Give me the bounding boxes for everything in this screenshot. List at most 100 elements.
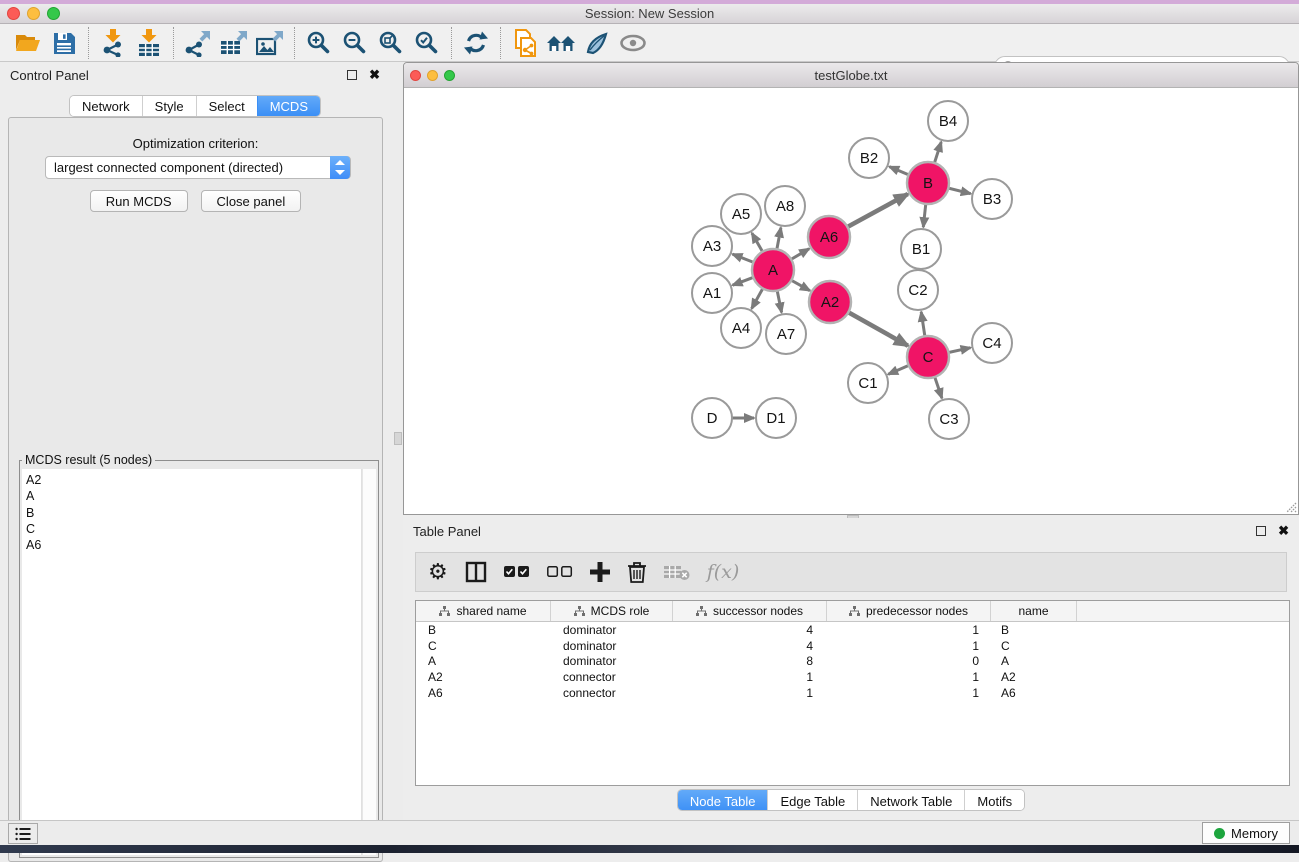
column-header-shared-name[interactable]: shared name xyxy=(416,601,551,621)
tab-node-table[interactable]: Node Table xyxy=(678,790,768,811)
first-neighbors-icon[interactable] xyxy=(543,27,579,59)
criterion-dropdown[interactable]: largest connected component (directed) xyxy=(45,156,351,179)
table-row[interactable]: Adominator80A xyxy=(416,653,1289,669)
close-table-panel-icon[interactable]: ✖ xyxy=(1278,526,1289,536)
graph-node-C4[interactable]: C4 xyxy=(972,323,1012,363)
column-header-mcds-role[interactable]: MCDS role xyxy=(551,601,673,621)
export-image-icon[interactable] xyxy=(252,27,288,59)
memory-button[interactable]: Memory xyxy=(1202,822,1290,844)
task-history-button[interactable] xyxy=(8,823,38,844)
graph-node-A1[interactable]: A1 xyxy=(692,273,732,313)
table-cell[interactable]: 1 xyxy=(827,670,991,684)
graph-node-C2[interactable]: C2 xyxy=(898,270,938,310)
table-cell[interactable]: 8 xyxy=(673,654,827,668)
open-session-icon[interactable] xyxy=(10,27,46,59)
tab-motifs[interactable]: Motifs xyxy=(964,790,1024,811)
zoom-fit-content-icon[interactable] xyxy=(373,27,409,59)
graph-node-A2[interactable]: A2 xyxy=(809,281,851,323)
graph-node-D1[interactable]: D1 xyxy=(756,398,796,438)
mcds-result-item[interactable]: A6 xyxy=(26,537,361,553)
export-table-icon[interactable] xyxy=(216,27,252,59)
table-cell[interactable]: connector xyxy=(551,670,673,684)
tab-edge-table[interactable]: Edge Table xyxy=(767,790,857,811)
column-header-predecessor-nodes[interactable]: predecessor nodes xyxy=(827,601,991,621)
graph-node-C3[interactable]: C3 xyxy=(929,399,969,439)
table-row[interactable]: A6connector11A6 xyxy=(416,685,1289,701)
table-cell[interactable]: C xyxy=(991,639,1077,653)
float-table-panel-icon[interactable] xyxy=(1256,526,1266,536)
network-window-titlebar[interactable]: testGlobe.txt xyxy=(404,63,1298,88)
select-all-checkboxes-icon[interactable] xyxy=(504,566,530,578)
tab-network[interactable]: Network xyxy=(70,96,142,116)
close-panel-icon[interactable]: ✖ xyxy=(369,70,380,80)
table-row[interactable]: A2connector11A2 xyxy=(416,669,1289,685)
delete-table-icon[interactable] xyxy=(664,563,690,581)
mcds-result-item[interactable]: B xyxy=(26,505,361,521)
table-cell[interactable]: dominator xyxy=(551,639,673,653)
column-header-name[interactable]: name xyxy=(991,601,1077,621)
float-panel-icon[interactable] xyxy=(347,70,357,80)
delete-columns-icon[interactable] xyxy=(627,561,647,583)
table-cell[interactable]: 0 xyxy=(827,654,991,668)
table-cell[interactable]: 1 xyxy=(673,670,827,684)
table-cell[interactable]: 4 xyxy=(673,639,827,653)
graph-node-A7[interactable]: A7 xyxy=(766,314,806,354)
zoom-out-icon[interactable] xyxy=(337,27,373,59)
graph-node-A4[interactable]: A4 xyxy=(721,308,761,348)
graph-node-A[interactable]: A xyxy=(752,249,794,291)
table-cell[interactable]: A6 xyxy=(991,686,1077,700)
graph-node-D[interactable]: D xyxy=(692,398,732,438)
zoom-selected-region-icon[interactable] xyxy=(409,27,445,59)
graph-node-B[interactable]: B xyxy=(907,162,949,204)
network-canvas[interactable]: AA1A2A3A4A5A6A7A8BB1B2B3B4CC1C2C3C4DD1 xyxy=(405,89,1297,513)
graph-node-A5[interactable]: A5 xyxy=(721,194,761,234)
save-session-icon[interactable] xyxy=(46,27,82,59)
graph-node-B1[interactable]: B1 xyxy=(901,229,941,269)
table-cell[interactable]: B xyxy=(416,623,551,637)
table-cell[interactable]: A2 xyxy=(991,670,1077,684)
zoom-in-icon[interactable] xyxy=(301,27,337,59)
mcds-result-item[interactable]: C xyxy=(26,521,361,537)
table-cell[interactable]: 1 xyxy=(673,686,827,700)
table-cell[interactable]: 1 xyxy=(827,623,991,637)
table-row[interactable]: Cdominator41C xyxy=(416,638,1289,654)
tab-style[interactable]: Style xyxy=(142,96,196,116)
mcds-result-item[interactable]: A2 xyxy=(26,472,361,488)
table-cell[interactable]: dominator xyxy=(551,654,673,668)
table-cell[interactable]: dominator xyxy=(551,623,673,637)
tab-mcds[interactable]: MCDS xyxy=(257,96,320,116)
export-network-icon[interactable] xyxy=(180,27,216,59)
graph-node-A6[interactable]: A6 xyxy=(808,216,850,258)
vertical-splitter-handle[interactable] xyxy=(394,432,402,445)
table-cell[interactable]: C xyxy=(416,639,551,653)
table-cell[interactable]: A xyxy=(416,654,551,668)
graph-node-B2[interactable]: B2 xyxy=(849,138,889,178)
table-cell[interactable]: A xyxy=(991,654,1077,668)
table-cell[interactable]: B xyxy=(991,623,1077,637)
graph-node-B4[interactable]: B4 xyxy=(928,101,968,141)
table-cell[interactable]: connector xyxy=(551,686,673,700)
close-panel-button[interactable]: Close panel xyxy=(201,190,302,212)
graph-node-C1[interactable]: C1 xyxy=(848,363,888,403)
graph-node-B3[interactable]: B3 xyxy=(972,179,1012,219)
window-resize-grip[interactable] xyxy=(1284,500,1297,513)
deselect-all-checkboxes-icon[interactable] xyxy=(547,566,573,578)
table-cell[interactable]: 1 xyxy=(827,686,991,700)
tab-network-table[interactable]: Network Table xyxy=(857,790,964,811)
table-settings-gear-icon[interactable]: ⚙ xyxy=(428,562,448,582)
graph-node-A8[interactable]: A8 xyxy=(765,186,805,226)
table-cell[interactable]: 4 xyxy=(673,623,827,637)
mcds-result-item[interactable]: A xyxy=(26,488,361,504)
toggle-column-display-icon[interactable] xyxy=(465,561,487,583)
graph-node-A3[interactable]: A3 xyxy=(692,226,732,266)
tab-select[interactable]: Select xyxy=(196,96,257,116)
table-cell[interactable]: A6 xyxy=(416,686,551,700)
mcds-result-list[interactable]: A2ABCA6 xyxy=(22,469,362,855)
import-table-from-file-icon[interactable] xyxy=(131,27,167,59)
table-cell[interactable]: 1 xyxy=(827,639,991,653)
table-cell[interactable]: A2 xyxy=(416,670,551,684)
import-network-from-file-icon[interactable] xyxy=(95,27,131,59)
table-row[interactable]: Bdominator41B xyxy=(416,622,1289,638)
create-network-from-selection-icon[interactable] xyxy=(507,27,543,59)
add-column-icon[interactable] xyxy=(590,562,610,582)
